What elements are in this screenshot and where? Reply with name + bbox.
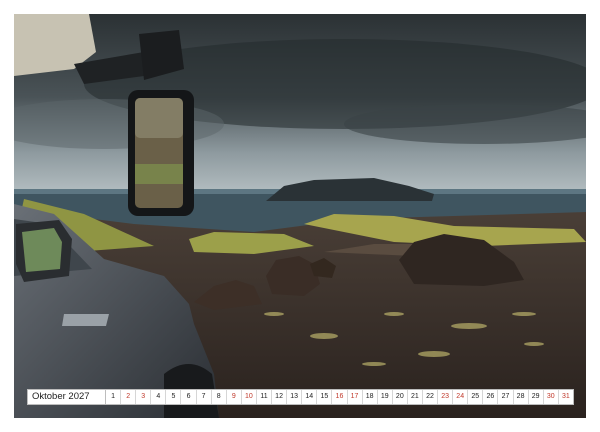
day-cell: 29 [529, 390, 544, 404]
landscape-photo [14, 14, 586, 418]
day-cell: 31 [561, 393, 570, 400]
day-cell: 6 [181, 390, 197, 404]
day-cell: 1 [106, 390, 122, 404]
calendar-bar: Oktober 2027 1 2 3 4 5 6 7 8 9 10 11 12 13 14 15 16 17 18… [27, 389, 574, 405]
day-cell: 14 [302, 390, 318, 404]
day-cell: 10 [242, 390, 257, 404]
day-cell: 18 [363, 390, 378, 404]
day-cell: 3 [136, 390, 152, 404]
day-cell: 23 [438, 390, 454, 404]
day-cell: 25 [468, 390, 484, 404]
day-cell: 30 [544, 390, 559, 404]
day-cell: 26 [483, 390, 499, 404]
day-cell: 16 [332, 390, 348, 404]
day-cell: 2 [121, 390, 137, 404]
day-cell: 15 [317, 390, 333, 404]
day-cell: 7 [197, 390, 212, 404]
day-cell: 11 [257, 390, 273, 404]
day-cell: 13 [287, 390, 303, 404]
day-cell: 24 [453, 390, 469, 404]
vehicle-badge [62, 314, 109, 326]
day-cell: 28 [514, 390, 529, 404]
mirror-reflection-sky [135, 98, 183, 138]
day-cell: 5 [166, 390, 182, 404]
mirror-reflection-moss [135, 164, 183, 184]
day-cell: 27 [498, 390, 514, 404]
day-cell: 21 [408, 390, 423, 404]
day-cell: 22 [423, 390, 439, 404]
day-cell: 20 [393, 390, 408, 404]
month-label: Oktober 2027 [28, 390, 106, 404]
day-cell: 17 [348, 390, 363, 404]
photo-canvas [14, 14, 586, 418]
day-cell: 9 [227, 390, 242, 404]
day-cell: 8 [212, 390, 227, 404]
day-cell: 19 [378, 390, 393, 404]
day-cell: 12 [272, 390, 288, 404]
day-cell: 4 [151, 390, 167, 404]
side-mirror-glass [22, 228, 62, 272]
day-strip: 1 2 3 4 5 6 7 8 9 10 11 12 13 14 15 16 17 18 19 20 21 22 23 24 2… [106, 390, 573, 404]
